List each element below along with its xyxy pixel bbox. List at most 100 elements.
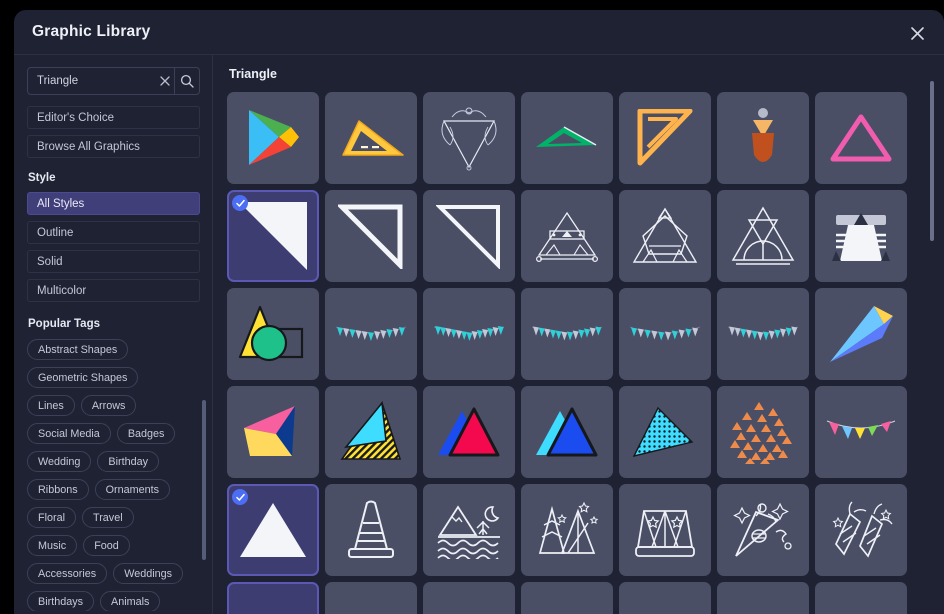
graphic-thumbnail (334, 322, 408, 346)
sidebar-item-label: Browse All Graphics (37, 140, 140, 153)
graphic-cell-white-outline-right-triangle[interactable] (325, 190, 417, 282)
style-filter-solid[interactable]: Solid (27, 250, 200, 273)
clear-icon[interactable] (157, 68, 173, 94)
graphic-cell-orange-outline-right-triangle[interactable] (619, 92, 711, 184)
tag-chip[interactable]: Ornaments (94, 479, 171, 500)
sidebar-item-browse-all-graphics[interactable]: Browse All Graphics (27, 135, 200, 158)
graphic-cell-cyan-blue-double-triangle[interactable] (521, 386, 613, 478)
graphic-cell-brown-shovel-triangle[interactable] (717, 92, 809, 184)
sidebar-scrollbar[interactable] (202, 400, 206, 560)
tag-chip[interactable]: Travel (82, 507, 134, 528)
tag-chip[interactable]: Arrows (80, 395, 137, 416)
graphic-thumbnail (745, 107, 781, 169)
graphic-thumbnail (632, 404, 698, 460)
graphic-cell-partial-result-2[interactable] (325, 582, 417, 614)
graphic-cell-blue-yellow-diamond-kite[interactable] (815, 288, 907, 380)
modal-body: Editor's Choice Browse All Graphics Styl… (14, 55, 944, 614)
graphic-thumbnail (825, 415, 897, 449)
graphic-cell-fireworks-rockets-outline[interactable] (815, 484, 907, 576)
style-filter-multicolor[interactable]: Multicolor (27, 279, 200, 302)
graphic-cell-colorful-party-bunting[interactable] (815, 386, 907, 478)
style-filter-outline[interactable]: Outline (27, 221, 200, 244)
graphic-cell-red-blue-double-triangle[interactable] (423, 386, 515, 478)
graphic-cell-pink-triangle-outline[interactable] (815, 92, 907, 184)
tag-chip[interactable]: Geometric Shapes (27, 367, 139, 388)
graphic-thumbnail (338, 203, 404, 269)
graphic-thumbnail (238, 303, 308, 365)
tag-chip[interactable]: Abstract Shapes (27, 339, 129, 360)
tag-chip[interactable]: Birthdays (27, 591, 95, 611)
sidebar-item-editors-choice[interactable]: Editor's Choice (27, 106, 200, 129)
graphic-cell-circus-tent-outline[interactable] (619, 484, 711, 576)
graphic-cell-teal-bunting-garland-4[interactable] (619, 288, 711, 380)
graphic-cell-cyan-yellow-striped-triangle[interactable] (325, 386, 417, 478)
tag-chip[interactable]: Floral (27, 507, 76, 528)
close-icon[interactable] (902, 18, 932, 48)
graphic-cell-partial-result-7[interactable] (815, 582, 907, 614)
graphic-cell-white-tent-shape[interactable] (815, 190, 907, 282)
graphic-cell-teal-bunting-garland-2[interactable] (423, 288, 515, 380)
style-section-title: Style (28, 172, 56, 184)
style-filter-list: All Styles Outline Solid Multicolor (27, 192, 200, 302)
graphic-cell-yellow-triangle-green-circle-shapes[interactable] (227, 288, 319, 380)
graphic-cell-double-triangle-arch-line[interactable] (717, 190, 809, 282)
graphic-cell-cyan-dotted-triangle[interactable] (619, 386, 711, 478)
graphic-thumbnail (337, 117, 405, 159)
style-filter-all-styles[interactable]: All Styles (27, 192, 200, 215)
graphic-cell-tribal-triangle-emblem[interactable] (521, 190, 613, 282)
graphic-cell-play-store-logo-triangle[interactable] (227, 92, 319, 184)
graphic-cell-geometric-triangle-badge[interactable] (619, 190, 711, 282)
tag-chip[interactable]: Animals (100, 591, 161, 611)
graphic-thumbnail (830, 113, 892, 163)
search-box[interactable] (27, 67, 200, 95)
style-filter-label: All Styles (37, 197, 85, 210)
graphic-cell-mountain-moon-lake-outline[interactable] (423, 484, 515, 576)
graphic-thumbnail (631, 206, 699, 266)
tag-chip[interactable]: Accessories (27, 563, 108, 584)
search-icon[interactable] (173, 68, 199, 94)
graphic-cell-teal-bunting-garland-3[interactable] (521, 288, 613, 380)
graphic-cell-teal-bunting-garland-5[interactable] (717, 288, 809, 380)
tag-chip[interactable]: Wedding (27, 451, 92, 472)
check-icon (232, 489, 248, 505)
graphic-cell-pink-blue-yellow-prism[interactable] (227, 386, 319, 478)
graphic-cell-traffic-cone-outline[interactable] (325, 484, 417, 576)
graphic-cell-forest-tent-night-outline[interactable] (521, 484, 613, 576)
graphic-thumbnail (726, 322, 800, 346)
graphic-cell-orange-triangle-pattern-cluster[interactable] (717, 386, 809, 478)
sidebar-item-label: Editor's Choice (37, 111, 114, 124)
graphic-cell-partial-result-5[interactable] (619, 582, 711, 614)
search-glyph (180, 74, 194, 88)
results-heading: Triangle (229, 67, 277, 81)
graphic-cell-teal-bunting-garland-1[interactable] (325, 288, 417, 380)
graphic-thumbnail (636, 109, 694, 167)
graphic-cell-partial-result-6[interactable] (717, 582, 809, 614)
tag-chip[interactable]: Birthday (97, 451, 160, 472)
search-input[interactable] (28, 68, 158, 94)
clear-glyph (160, 76, 171, 86)
tag-chip[interactable]: Food (83, 535, 130, 556)
graphic-thumbnail (534, 501, 600, 559)
graphic-cell-ornate-inverted-triangle-frame[interactable] (423, 92, 515, 184)
graphic-cell-white-filled-right-triangle[interactable] (227, 190, 319, 282)
tag-chip[interactable]: Social Media (27, 423, 111, 444)
tag-chip[interactable]: Music (27, 535, 78, 556)
graphic-cell-partial-result-4[interactable] (521, 582, 613, 614)
style-filter-label: Solid (37, 255, 63, 268)
graphic-cell-partial-result-1[interactable] (227, 582, 319, 614)
graphic-cell-partial-result-3[interactable] (423, 582, 515, 614)
tag-chip[interactable]: Ribbons (27, 479, 89, 500)
graphic-thumbnail (345, 499, 397, 561)
graphic-cell-yellow-set-square-ruler[interactable] (325, 92, 417, 184)
app-root: Graphic Library Triangle Editor's Choice… (0, 0, 944, 614)
graphic-cell-party-popper-outline[interactable] (717, 484, 809, 576)
graphic-cell-green-flat-triangle[interactable] (521, 92, 613, 184)
tag-chip[interactable]: Badges (116, 423, 176, 444)
tag-chip[interactable]: Weddings (113, 563, 184, 584)
graphic-cell-white-filled-triangle[interactable] (227, 484, 319, 576)
results-scrollbar[interactable] (930, 81, 934, 241)
graphic-cell-white-outline-right-triangle-thin[interactable] (423, 190, 515, 282)
tag-chip[interactable]: Lines (27, 395, 75, 416)
graphic-thumbnail (534, 209, 600, 263)
modal-header: Graphic Library (14, 10, 944, 55)
